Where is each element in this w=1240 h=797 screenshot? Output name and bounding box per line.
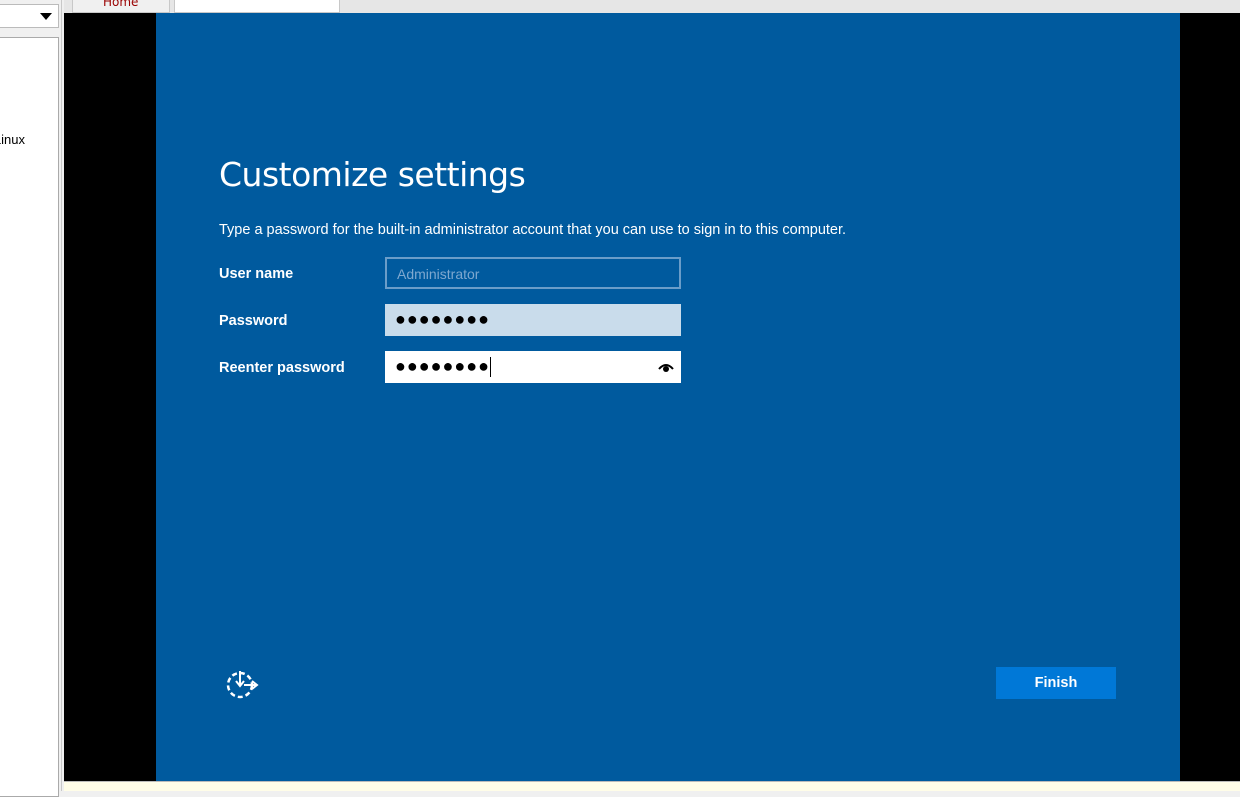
password-label: Password [219, 313, 288, 329]
vm-console[interactable]: Customize settings Type a password for t… [64, 13, 1240, 781]
reenter-password-value: ●●●●●●●● [395, 356, 490, 376]
password-value: ●●●●●●●● [395, 309, 490, 329]
tab-bar: Home Win_Serv_2019 [64, 0, 1240, 13]
left-panel: Linux [0, 0, 62, 797]
tab-label: Home [103, 0, 139, 9]
status-bar [64, 781, 1240, 791]
list-item[interactable]: Linux [0, 132, 25, 147]
finish-button[interactable]: Finish [996, 667, 1116, 699]
tab-label: Win_Serv_2019 [205, 0, 298, 9]
description: Type a password for the built-in adminis… [219, 222, 847, 238]
reveal-password-eye-icon[interactable] [658, 361, 674, 373]
vm-library-list: Linux [0, 37, 59, 797]
windows-setup-screen: Customize settings Type a password for t… [156, 13, 1180, 781]
tab-home[interactable]: Home [72, 0, 170, 13]
password-field[interactable]: ●●●●●●●● [385, 304, 681, 336]
username-field[interactable]: Administrator [385, 257, 681, 289]
library-dropdown[interactable] [0, 4, 59, 28]
ease-of-access-icon[interactable] [226, 667, 262, 699]
tab-vm[interactable]: Win_Serv_2019 [174, 0, 340, 13]
page-title: Customize settings [219, 155, 526, 194]
username-label: User name [219, 266, 294, 282]
chevron-down-icon [40, 13, 52, 20]
reenter-password-field[interactable]: ●●●●●●●● [385, 351, 681, 383]
reenter-password-label: Reenter password [219, 360, 345, 376]
